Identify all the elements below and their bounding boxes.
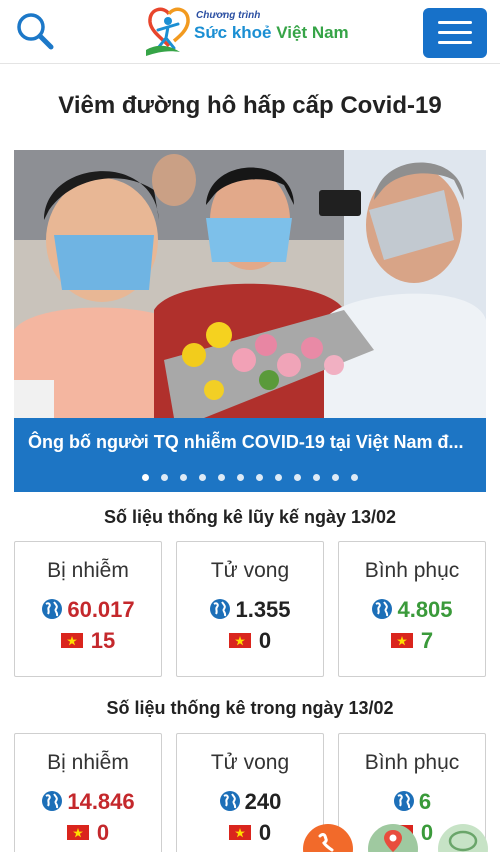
cumulative-stats-cards: Bị nhiễm 60.017 15 Tử vong 1.355 0 Bình …	[14, 541, 486, 677]
world-count: 4.805	[397, 597, 453, 622]
cumulative-stats-title: Số liệu thống kê lũy kế ngày 13/02	[103, 507, 397, 527]
slider-dot[interactable]	[256, 474, 263, 481]
vietnam-count: 15	[90, 628, 116, 653]
globe-icon	[393, 791, 414, 811]
world-count-row: 240	[177, 789, 323, 815]
world-count: 6	[418, 789, 432, 814]
slider-pagination	[14, 468, 486, 492]
stat-label: Bị nhiễm	[47, 559, 129, 582]
logo-title-part-1: Sức khoẻ	[194, 23, 277, 42]
vietnam-count-row: 0	[177, 628, 323, 654]
vietnam-count: 0	[258, 628, 272, 653]
map-location-button[interactable]	[368, 824, 418, 852]
menu-button[interactable]	[423, 8, 487, 58]
stat-label: Bình phục	[364, 559, 460, 582]
slider-dot[interactable]	[332, 474, 339, 481]
vietnam-count: 7	[420, 628, 434, 653]
vietnam-count-row: 0	[177, 820, 323, 846]
slider-dot[interactable]	[275, 474, 282, 481]
slider-dot[interactable]	[218, 474, 225, 481]
world-count: 1.355	[235, 597, 291, 622]
slider-dot[interactable]	[313, 474, 320, 481]
chat-icon	[448, 830, 478, 852]
news-slider[interactable]: Ông bố người TQ nhiễm COVID-19 tại Việt …	[14, 150, 486, 492]
vietnam-flag-icon	[60, 633, 83, 648]
vietnam-count-row: 0	[15, 820, 161, 846]
stat-card-deaths: Tử vong 240 0	[176, 733, 324, 852]
vietnam-flag-icon	[228, 825, 251, 840]
globe-icon	[210, 599, 231, 619]
slider-dot[interactable]	[180, 474, 187, 481]
slide-caption[interactable]: Ông bố người TQ nhiễm COVID-19 tại Việt …	[14, 418, 486, 468]
world-count-row: 14.846	[15, 789, 161, 815]
search-icon	[17, 13, 54, 50]
world-count-row: 4.805	[339, 597, 485, 623]
vietnam-count-row: 15	[15, 628, 161, 654]
slider-dot[interactable]	[142, 474, 149, 481]
stat-card-recovered: Bình phục 4.805 7	[338, 541, 486, 677]
globe-icon	[372, 599, 393, 619]
vietnam-flag-icon	[228, 633, 251, 648]
stat-label: Tử vong	[210, 559, 290, 582]
world-count: 60.017	[67, 597, 135, 622]
world-count-row: 1.355	[177, 597, 323, 623]
stat-label: Bình phục	[364, 751, 460, 774]
phone-icon	[318, 833, 334, 852]
hamburger-line	[438, 31, 472, 34]
map-pin-icon	[384, 830, 402, 852]
vietnam-count: 0	[258, 820, 272, 845]
call-hotline-button[interactable]	[303, 824, 353, 852]
vietnam-count: 0	[96, 820, 110, 845]
logo-figure-icon	[146, 7, 190, 56]
slider-dot[interactable]	[199, 474, 206, 481]
world-count: 14.846	[67, 789, 135, 814]
slider-dot[interactable]	[351, 474, 358, 481]
logo-subtitle: Chương trình	[196, 10, 261, 21]
stat-label: Tử vong	[210, 751, 290, 774]
slide-photo[interactable]	[14, 150, 486, 418]
slider-dot[interactable]	[237, 474, 244, 481]
world-count: 240	[244, 789, 282, 814]
globe-icon	[42, 791, 63, 811]
stat-card-infected: Bị nhiễm 14.846 0	[14, 733, 162, 852]
slider-dot[interactable]	[161, 474, 168, 481]
hamburger-menu-icon	[438, 21, 472, 24]
hamburger-line	[438, 41, 472, 44]
stat-label: Bị nhiễm	[47, 751, 129, 774]
page-title: Viêm đường hô hấp cấp Covid-19	[58, 92, 442, 119]
top-header: Chương trình Sức khoẻ Việt Nam	[0, 0, 500, 64]
globe-icon	[219, 791, 240, 811]
chat-button[interactable]	[438, 824, 488, 852]
vietnam-flag-icon	[66, 825, 89, 840]
daily-stats-title: Số liệu thống kê trong ngày 13/02	[106, 698, 394, 718]
world-count-row: 6	[339, 789, 485, 815]
globe-icon	[42, 599, 63, 619]
vietnam-count: 0	[420, 820, 434, 845]
logo-title-part-2: Việt Nam	[276, 23, 349, 42]
stat-card-infected: Bị nhiễm 60.017 15	[14, 541, 162, 677]
stat-card-deaths: Tử vong 1.355 0	[176, 541, 324, 677]
vietnam-flag-icon	[390, 633, 413, 648]
slider-dot[interactable]	[294, 474, 301, 481]
site-logo[interactable]: Chương trình Sức khoẻ Việt Nam	[144, 6, 359, 58]
search-button[interactable]	[12, 8, 58, 54]
logo-title: Sức khoẻ Việt Nam	[194, 23, 349, 43]
world-count-row: 60.017	[15, 597, 161, 623]
vietnam-count-row: 7	[339, 628, 485, 654]
